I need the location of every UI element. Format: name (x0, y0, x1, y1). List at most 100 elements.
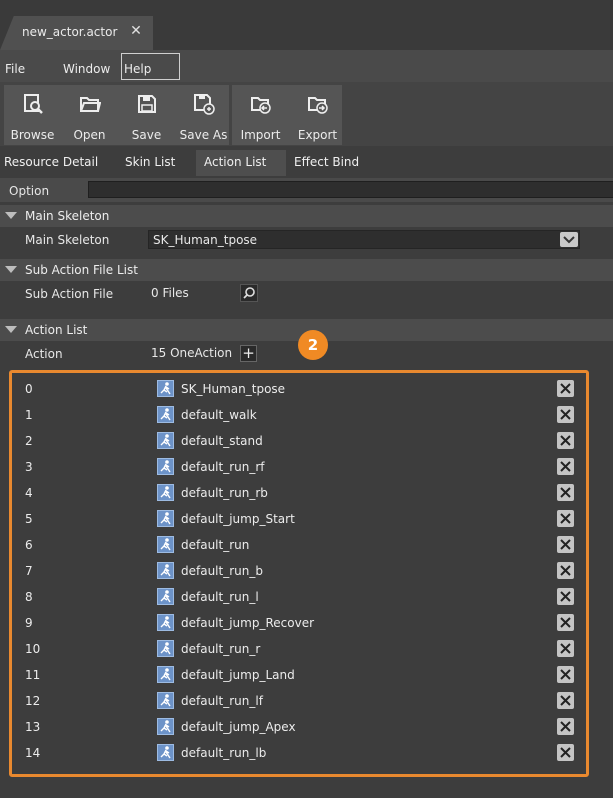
action-index: 10 (25, 642, 41, 656)
action-index: 0 (25, 382, 33, 396)
import-button[interactable]: Import (233, 85, 288, 145)
browse-icon (23, 94, 43, 114)
action-row[interactable]: 11 default_jump_Land (0, 663, 613, 689)
action-icon (157, 562, 174, 579)
save-label: Save (131, 128, 162, 142)
option-input[interactable] (88, 181, 613, 198)
delete-icon[interactable] (557, 692, 574, 709)
action-icon (157, 614, 174, 631)
tab-action-list[interactable]: Action List (204, 155, 266, 169)
delete-icon[interactable] (557, 614, 574, 631)
open-button[interactable]: Open (62, 85, 117, 145)
action-icon (157, 588, 174, 605)
tab-effect-bind[interactable]: Effect Bind (294, 155, 359, 169)
save-icon (137, 95, 156, 113)
action-index: 9 (25, 616, 33, 630)
action-row[interactable]: 8 default_run_l (0, 585, 613, 611)
browse-label: Browse (10, 128, 55, 142)
delete-icon[interactable] (557, 406, 574, 423)
action-index: 7 (25, 564, 33, 578)
delete-icon[interactable] (557, 640, 574, 657)
action-index: 4 (25, 486, 33, 500)
main-skeleton-value: SK_Human_tpose (153, 233, 258, 247)
sub-action-file-label: Sub Action File (25, 287, 114, 301)
action-name: default_run_rf (181, 460, 265, 474)
action-icon (157, 666, 174, 683)
section-main-skeleton-title: Main Skeleton (25, 209, 110, 223)
collapse-triangle-icon[interactable] (5, 326, 17, 333)
delete-icon[interactable] (557, 484, 574, 501)
collapse-triangle-icon[interactable] (5, 212, 17, 219)
action-row[interactable]: 1 default_walk (0, 403, 613, 429)
tab-resource-detail[interactable]: Resource Detail (4, 155, 98, 169)
save-as-icon (193, 94, 215, 115)
tab-skin-list[interactable]: Skin List (125, 155, 175, 169)
delete-icon[interactable] (557, 718, 574, 735)
delete-icon[interactable] (557, 536, 574, 553)
menu-window[interactable]: Window (63, 62, 110, 76)
action-name: default_jump_Land (181, 668, 295, 682)
plus-icon[interactable]: + (240, 345, 257, 362)
action-name: default_run_l (181, 590, 259, 604)
action-index: 1 (25, 408, 33, 422)
action-icon (157, 744, 174, 761)
save-button[interactable]: Save (119, 85, 174, 145)
action-count: 15 OneAction (151, 346, 233, 360)
import-icon (250, 97, 271, 114)
action-name: default_run_r (181, 642, 261, 656)
browse-button[interactable]: Browse (5, 85, 60, 145)
action-row[interactable]: 7 default_run_b (0, 559, 613, 585)
action-index: 12 (25, 694, 41, 708)
delete-icon[interactable] (557, 666, 574, 683)
action-list: 0 SK_Human_tpose 1 default_walk 2 default_sta… (0, 377, 613, 767)
action-name: default_run_rb (181, 486, 268, 500)
section-sub-action-title: Sub Action File List (25, 263, 138, 277)
action-row[interactable]: 13 default_jump_Apex (0, 715, 613, 741)
action-row[interactable]: 5 default_jump_Start (0, 507, 613, 533)
export-button[interactable]: Export (290, 85, 345, 145)
action-icon (157, 510, 174, 527)
action-row[interactable]: 6 default_run (0, 533, 613, 559)
search-icon (243, 287, 255, 299)
action-row[interactable]: 12 default_run_lf (0, 689, 613, 715)
export-icon (307, 97, 328, 114)
action-icon (157, 692, 174, 709)
main-skeleton-label: Main Skeleton (25, 233, 110, 247)
action-row[interactable]: 10 default_run_r (0, 637, 613, 663)
action-name: default_stand (181, 434, 263, 448)
folder-open-icon (79, 97, 101, 112)
action-row[interactable]: 9 default_jump_Recover (0, 611, 613, 637)
action-name: SK_Human_tpose (181, 382, 286, 396)
delete-icon[interactable] (557, 588, 574, 605)
import-label: Import (240, 128, 281, 142)
menu-help[interactable]: Help (124, 62, 151, 76)
save-as-button[interactable]: Save As (176, 85, 231, 145)
action-name: default_run_lb (181, 746, 267, 760)
chevron-down-icon[interactable] (560, 232, 578, 247)
search-button[interactable] (240, 284, 258, 302)
close-icon[interactable]: ✕ (128, 23, 144, 39)
delete-icon[interactable] (557, 744, 574, 761)
delete-icon[interactable] (557, 380, 574, 397)
action-row[interactable]: 3 default_run_rf (0, 455, 613, 481)
action-row[interactable]: 14 default_run_lb (0, 741, 613, 767)
delete-icon[interactable] (557, 432, 574, 449)
delete-icon[interactable] (557, 458, 574, 475)
action-row[interactable]: 4 default_run_rb (0, 481, 613, 507)
action-name: default_run_b (181, 564, 263, 578)
action-name: default_run_lf (181, 694, 263, 708)
menu-file[interactable]: File (5, 62, 25, 76)
action-name: default_jump_Recover (181, 616, 315, 630)
delete-icon[interactable] (557, 562, 574, 579)
section-action-list-title: Action List (25, 323, 88, 337)
action-icon (157, 380, 174, 397)
action-index: 2 (25, 434, 33, 448)
open-label: Open (73, 128, 106, 142)
action-index: 14 (25, 746, 41, 760)
action-row[interactable]: 2 default_stand (0, 429, 613, 455)
action-index: 5 (25, 512, 33, 526)
collapse-triangle-icon[interactable] (5, 266, 17, 273)
delete-icon[interactable] (557, 510, 574, 527)
export-label: Export (297, 128, 338, 142)
action-row[interactable]: 0 SK_Human_tpose (0, 377, 613, 403)
